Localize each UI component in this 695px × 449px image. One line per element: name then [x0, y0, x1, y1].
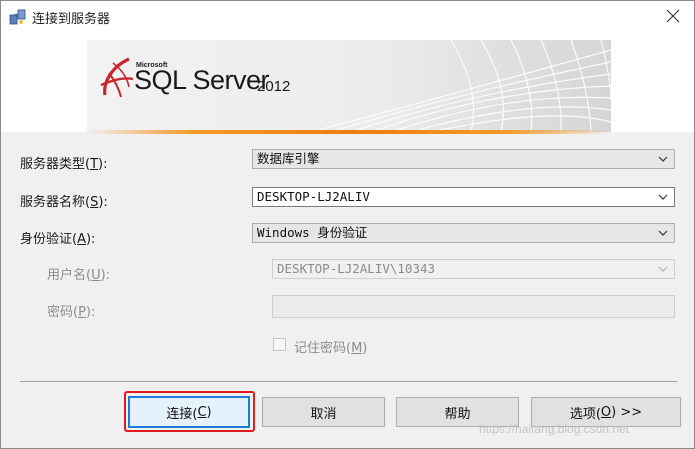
product-version: 2012: [257, 78, 291, 95]
connect-button[interactable]: 连接(C): [128, 396, 250, 428]
password-label: 密码(P):: [47, 305, 96, 320]
chevron-down-icon: [658, 156, 668, 162]
auth-label: 身份验证(A):: [20, 232, 96, 247]
remember-password-checkbox[interactable]: [273, 338, 286, 351]
password-field[interactable]: [272, 295, 675, 318]
banner-accent-bar: [87, 130, 611, 134]
connect-to-server-dialog: 连接到服务器 Microsoft SQL Server 2012 服务器类型(T…: [0, 0, 695, 449]
username-value: DESKTOP-LJ2ALIV\10343: [277, 261, 436, 276]
banner-area: Microsoft SQL Server 2012: [1, 32, 694, 132]
cancel-button[interactable]: 取消: [262, 397, 385, 427]
chevron-down-icon[interactable]: [658, 193, 668, 201]
server-name-label: 服务器名称(S):: [20, 195, 108, 210]
server-name-combobox[interactable]: DESKTOP-LJ2ALIV: [252, 187, 675, 207]
server-type-select[interactable]: 数据库引擎: [252, 149, 675, 169]
separator-line: [20, 381, 677, 382]
product-name: SQL Server: [134, 65, 270, 95]
server-type-value: 数据库引擎: [257, 151, 320, 166]
username-label: 用户名(U):: [47, 268, 111, 283]
dialog-title: 连接到服务器: [32, 12, 111, 27]
sql-server-banner: Microsoft SQL Server 2012: [87, 40, 611, 132]
chevron-down-icon: [658, 266, 668, 272]
server-name-value: DESKTOP-LJ2ALIV: [257, 189, 370, 204]
auth-value: Windows 身份验证: [257, 225, 368, 240]
username-combobox[interactable]: DESKTOP-LJ2ALIV\10343: [272, 259, 675, 279]
sql-server-logo-icon: [100, 57, 134, 98]
title-bar: 连接到服务器: [1, 1, 694, 32]
close-icon[interactable]: [664, 7, 682, 25]
watermark-text: https://haifang.blog.csdn.net: [479, 422, 630, 436]
auth-select[interactable]: Windows 身份验证: [252, 223, 675, 243]
remember-password-label: 记住密码(M): [294, 341, 368, 356]
server-type-label: 服务器类型(T):: [20, 157, 108, 172]
mesh-decoration: [311, 40, 611, 132]
chevron-down-icon: [658, 230, 668, 236]
server-connect-icon: [9, 9, 26, 25]
